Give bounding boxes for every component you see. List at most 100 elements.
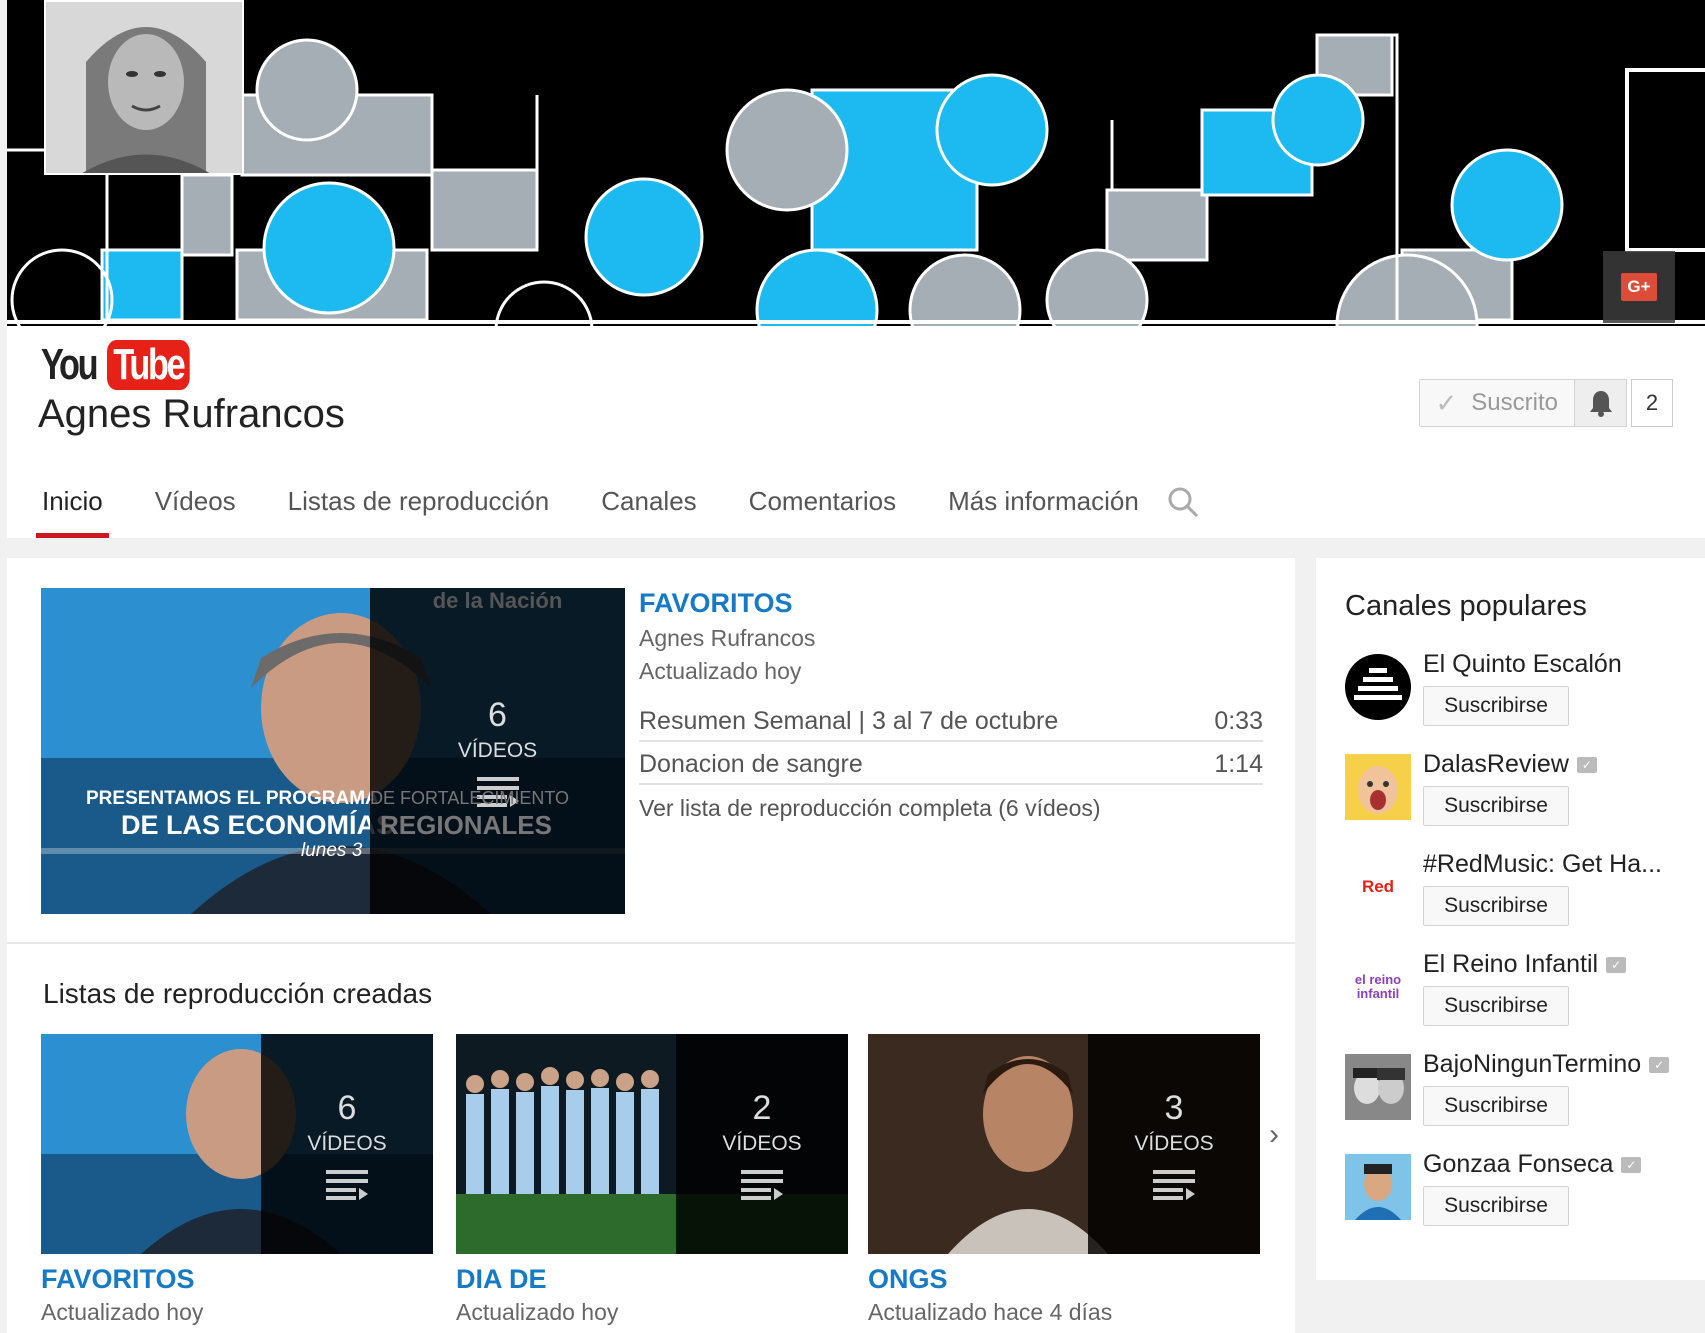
view-full-playlist-link[interactable]: Ver lista de reproducción completa (6 ví… xyxy=(639,795,1263,822)
chevron-right-icon[interactable]: › xyxy=(1269,1118,1279,1152)
subscriber-count: 2 xyxy=(1631,379,1673,427)
subscribe-button[interactable]: Suscribirse xyxy=(1423,786,1569,826)
check-icon: ✓ xyxy=(1435,387,1458,418)
playlist-title[interactable]: DIA DE xyxy=(456,1264,848,1295)
channel-item: el reino infantil El Reino Infantil ✓ Sus… xyxy=(1345,950,1705,1040)
playlist-thumbnail[interactable]: 2 VÍDEOS xyxy=(456,1034,848,1254)
channel-avatar[interactable] xyxy=(44,0,244,175)
youtube-logo-tube: Tube xyxy=(107,340,190,390)
video-title: Resumen Semanal | 3 al 7 de octubre xyxy=(639,707,1059,735)
video-count: 6 xyxy=(488,695,507,734)
channel-name[interactable]: #RedMusic: Get Ha... xyxy=(1423,850,1662,879)
playlist-card[interactable]: 6 VÍDEOS FAVORITOS Actualizado hoy xyxy=(41,1034,433,1326)
channel-name[interactable]: El Quinto Escalón xyxy=(1423,650,1622,679)
channel-name-text: BajoNingunTermino xyxy=(1423,1050,1642,1078)
playlist-card[interactable]: 2 VÍDEOS DIA DE Actualizado hoy xyxy=(456,1034,848,1326)
playlist-title[interactable]: ONGS xyxy=(868,1264,1260,1295)
channel-banner: G+ xyxy=(7,0,1705,326)
tab-mas-informacion[interactable]: Más información xyxy=(948,476,1139,538)
featured-playlist-owner[interactable]: Agnes Rufrancos xyxy=(639,625,1263,652)
video-row[interactable]: Resumen Semanal | 3 al 7 de octubre 0:33 xyxy=(639,699,1263,742)
redmusic-logo: Red xyxy=(1361,877,1395,896)
video-count-overlay: 6 VÍDEOS xyxy=(261,1034,433,1254)
channel-avatar[interactable] xyxy=(1345,1154,1411,1220)
youtube-logo[interactable]: You Tube xyxy=(41,340,213,390)
channel-avatar[interactable]: el reino infantil xyxy=(1345,954,1411,1020)
channel-name-text: Gonzaa Fonseca xyxy=(1423,1150,1614,1178)
verified-icon: ✓ xyxy=(1649,1057,1670,1074)
notification-bell-button[interactable] xyxy=(1575,379,1627,427)
video-count-overlay: 3 VÍDEOS xyxy=(1088,1034,1260,1254)
playlist-updated: Actualizado hoy xyxy=(41,1299,204,1325)
playlist-icon xyxy=(1153,1169,1195,1200)
channel-name[interactable]: DalasReview ✓ xyxy=(1423,750,1597,779)
channel-avatar[interactable] xyxy=(1345,1054,1411,1120)
subscribe-button[interactable]: Suscribirse xyxy=(1423,1086,1569,1126)
video-count-unit: VÍDEOS xyxy=(1134,1131,1214,1155)
reino-infantil-logo: el reino infantil xyxy=(1354,972,1402,1001)
tab-comentarios[interactable]: Comentarios xyxy=(749,476,896,538)
thumbnail-caption-line1: PRESENTAMOS EL PROGRAMA xyxy=(86,788,379,809)
channel-search-button[interactable] xyxy=(1167,486,1199,523)
avatar-portrait xyxy=(46,2,242,173)
video-count-unit: VÍDEOS xyxy=(307,1131,387,1155)
tab-videos[interactable]: Vídeos xyxy=(155,476,236,538)
channel-avatar[interactable]: Red xyxy=(1345,854,1411,920)
section-divider xyxy=(7,942,1295,944)
thumbnail-caption-line3: lunes 3 xyxy=(301,840,363,861)
video-count-unit: VÍDEOS xyxy=(722,1131,802,1155)
playlist-thumbnail[interactable]: 3 VÍDEOS xyxy=(868,1034,1260,1254)
video-count: 2 xyxy=(752,1088,772,1127)
video-count-unit: VÍDEOS xyxy=(457,738,538,762)
subscribed-button[interactable]: ✓ Suscrito xyxy=(1418,379,1575,427)
subscribed-label: Suscrito xyxy=(1471,389,1558,416)
verified-icon: ✓ xyxy=(1606,957,1627,974)
subscribe-button[interactable]: Suscribirse xyxy=(1423,886,1569,926)
video-title: Donacion de sangre xyxy=(639,750,863,778)
avatar-face-icon xyxy=(1345,1054,1411,1120)
tab-canales[interactable]: Canales xyxy=(601,476,696,538)
featured-playlist-updated: Actualizado hoy xyxy=(639,658,802,684)
avatar-face-icon xyxy=(1345,1154,1411,1220)
channel-avatar[interactable] xyxy=(1345,654,1411,720)
channel-name[interactable]: BajoNingunTermino ✓ xyxy=(1423,1050,1670,1079)
channel-item: DalasReview ✓ Suscribirse xyxy=(1345,750,1705,840)
thumbnail-watermark: de la Nación xyxy=(432,588,563,613)
popular-channels-heading: Canales populares xyxy=(1345,590,1587,622)
subscribe-button[interactable]: Suscribirse xyxy=(1423,1186,1569,1226)
bell-icon xyxy=(1589,391,1612,417)
tab-playlists[interactable]: Listas de reproducción xyxy=(288,476,550,538)
playlist-updated: Actualizado hoy xyxy=(456,1299,619,1325)
subscription-controls: ✓ Suscrito 2 xyxy=(1418,379,1673,427)
channel-title: Agnes Rufrancos xyxy=(38,392,345,436)
channel-name[interactable]: Gonzaa Fonseca ✓ xyxy=(1423,1150,1642,1179)
popular-channels-panel: Canales populares El Quinto Escalón Susc… xyxy=(1316,558,1705,1280)
channel-item: El Quinto Escalón Suscribirse xyxy=(1345,650,1705,740)
video-row[interactable]: Donacion de sangre 1:14 xyxy=(639,742,1263,785)
subscribe-button[interactable]: Suscribirse xyxy=(1423,986,1569,1026)
playlist-thumbnail[interactable]: 6 VÍDEOS xyxy=(41,1034,433,1254)
verified-icon: ✓ xyxy=(1576,757,1597,774)
playlist-title[interactable]: FAVORITOS xyxy=(41,1264,433,1295)
subscribe-button[interactable]: Suscribirse xyxy=(1423,686,1569,726)
featured-playlist-thumbnail[interactable]: PRESENTAMOS EL PROGRAMA DE LAS ECONOMÍAS… xyxy=(41,588,625,914)
main-content: PRESENTAMOS EL PROGRAMA DE LAS ECONOMÍAS… xyxy=(7,558,1295,1333)
tab-inicio[interactable]: Inicio xyxy=(36,476,109,538)
stairs-logo-icon xyxy=(1345,654,1411,720)
channel-name-text: DalasReview xyxy=(1423,750,1569,778)
channel-item: Gonzaa Fonseca ✓ Suscribirse xyxy=(1345,1150,1705,1240)
channel-name[interactable]: El Reino Infantil ✓ xyxy=(1423,950,1627,979)
featured-playlist-title[interactable]: FAVORITOS xyxy=(639,588,1263,619)
created-playlists-heading: Listas de reproducción creadas xyxy=(43,978,433,1009)
thumbnail-caption-line2: DE LAS ECONOMÍAS xyxy=(121,810,395,840)
channel-name-text: El Reino Infantil xyxy=(1423,950,1599,978)
search-icon xyxy=(1168,487,1199,518)
playlist-card[interactable]: 3 VÍDEOS ONGS Actualizado hace 4 días xyxy=(868,1034,1260,1326)
google-plus-link[interactable]: G+ xyxy=(1603,251,1675,323)
channel-avatar[interactable] xyxy=(1345,754,1411,820)
playlist-updated: Actualizado hace 4 días xyxy=(868,1299,1113,1325)
playlist-icon xyxy=(326,1169,368,1200)
video-count: 3 xyxy=(1164,1088,1184,1127)
featured-playlist-info: FAVORITOS Agnes Rufrancos Actualizado ho… xyxy=(639,588,1263,822)
video-count-overlay: de la Nación DE FORTALECIMIENTO REGIONAL… xyxy=(370,588,625,914)
